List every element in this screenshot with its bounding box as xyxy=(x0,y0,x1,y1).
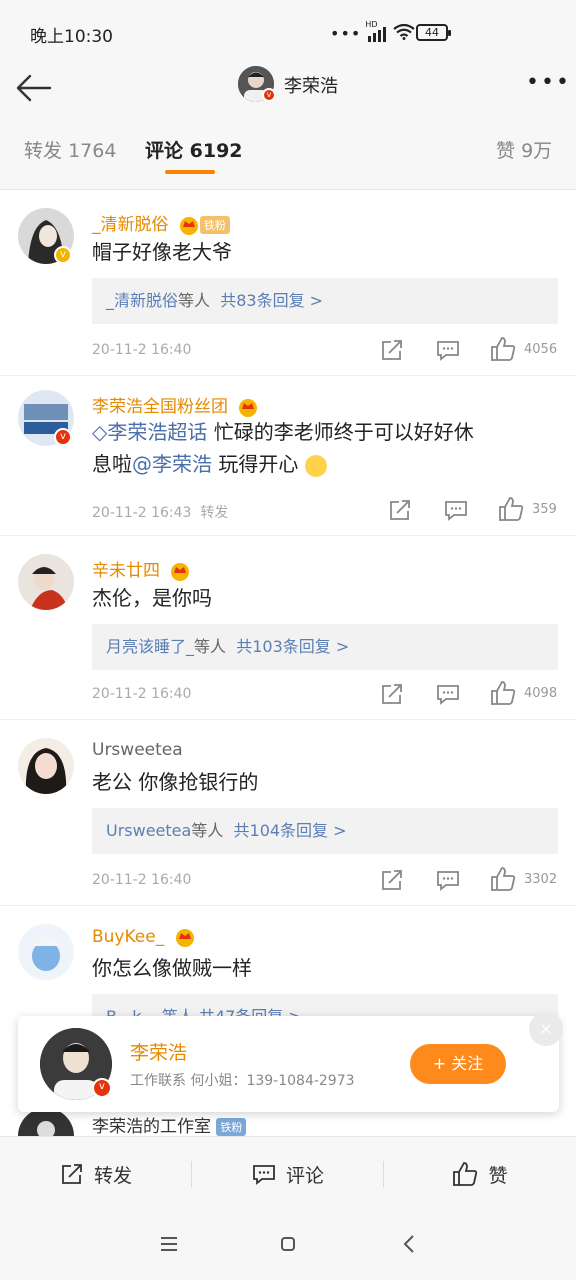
like-count: 4098 xyxy=(524,686,558,701)
comment-label: 评论 xyxy=(285,1164,324,1187)
avatar[interactable] xyxy=(18,554,74,610)
comment-item: 辛未廿四 杰伦，是你吗 月亮该睡了_等人 共103条回复 > 20-11-2 1… xyxy=(0,536,576,720)
verified-badge-icon: v xyxy=(54,246,72,264)
comment-icon[interactable] xyxy=(444,498,470,524)
comment-time: 20-11-2 16:43 转发 xyxy=(92,505,229,521)
repost-label: 转发 xyxy=(93,1164,132,1187)
follow-popup: v 李荣浩 工作联系 何小姐：139-1084-2973 + 关注 × xyxy=(18,1012,563,1112)
status-bar: 晚上10:30 ••• HD 44 xyxy=(0,0,576,60)
comment-text: 你怎么像做贼一样 xyxy=(92,956,252,980)
comment-time: 20-11-2 16:40 xyxy=(92,342,192,358)
comment-icon[interactable] xyxy=(436,338,462,364)
reply-summary[interactable]: _清新脱俗等人 共83条回复 > xyxy=(92,278,558,324)
fan-tag: 铁粉 xyxy=(199,216,230,234)
arrow-left-icon xyxy=(16,74,52,102)
like-button[interactable]: 赞 xyxy=(384,1137,576,1211)
share-icon[interactable] xyxy=(388,498,414,524)
tab-active-indicator xyxy=(165,170,215,174)
comment-text: ◇李荣浩超话 忙碌的李老师终于可以好好休 息啦@李荣浩 玩得开心 xyxy=(92,420,474,477)
crown-badge-icon xyxy=(178,214,200,236)
comment-username[interactable]: 辛未廿四 xyxy=(92,556,191,582)
share-icon[interactable] xyxy=(380,338,406,364)
like-count: 4056 xyxy=(524,342,558,357)
signal-icon: HD xyxy=(365,20,387,42)
like-icon[interactable] xyxy=(490,680,516,706)
battery-icon: 44 xyxy=(416,24,451,41)
emoji-icon xyxy=(304,454,327,477)
crown-badge-icon xyxy=(237,396,259,418)
fan-tag: 铁粉 xyxy=(216,1118,247,1136)
repost-button[interactable]: 转发 xyxy=(0,1137,192,1211)
system-nav-bar xyxy=(0,1210,576,1280)
diamond-icon: ◇ xyxy=(92,420,108,444)
comment-username[interactable]: 李荣浩的工作室 铁粉 xyxy=(92,1112,247,1137)
like-count: 3302 xyxy=(524,872,558,887)
share-icon[interactable] xyxy=(380,682,406,708)
crown-badge-icon xyxy=(169,560,191,582)
comment-username[interactable]: Ursweetea xyxy=(92,740,183,760)
reply-summary[interactable]: 月亮该睡了_等人 共103条回复 > xyxy=(92,624,558,670)
verified-badge-icon: v xyxy=(92,1078,112,1098)
close-icon[interactable]: × xyxy=(529,1012,563,1046)
comment-text: 帽子好像老大爷 xyxy=(92,240,232,264)
like-icon[interactable] xyxy=(490,336,516,362)
comment-item: v _清新脱俗 铁粉 帽子好像老大爷 _清新脱俗等人 共83条回复 > 20-1… xyxy=(0,190,576,376)
verified-badge-icon: v xyxy=(262,88,276,102)
top-nav: v 李荣浩 ••• xyxy=(0,60,576,116)
verified-badge-icon: v xyxy=(54,428,72,446)
supertopic-link[interactable]: ◇李荣浩超话 xyxy=(92,420,207,444)
comment-username[interactable]: 李荣浩全国粉丝团 xyxy=(92,392,259,418)
back-nav-icon[interactable] xyxy=(402,1234,416,1258)
popup-description: 工作联系 何小姐：139-1084-2973 xyxy=(130,1073,355,1089)
tab-comments[interactable]: 评论 6192 xyxy=(145,136,243,163)
popup-name[interactable]: 李荣浩 xyxy=(130,1038,187,1065)
comment-icon[interactable] xyxy=(436,868,462,894)
comment-button[interactable]: 评论 xyxy=(192,1137,384,1211)
wifi-icon xyxy=(393,23,415,43)
status-icons: ••• HD xyxy=(330,20,415,43)
comment-icon xyxy=(253,1165,275,1185)
avatar[interactable] xyxy=(18,924,74,980)
share-icon xyxy=(62,1164,82,1184)
comment-icon[interactable] xyxy=(436,682,462,708)
bottom-action-bar: 转发 评论 赞 xyxy=(0,1136,576,1210)
comment-text: 老公 你像抢银行的 xyxy=(92,770,259,794)
like-icon[interactable] xyxy=(498,496,524,522)
comment-username[interactable]: _清新脱俗 铁粉 xyxy=(92,210,230,236)
follow-button[interactable]: + 关注 xyxy=(410,1044,506,1084)
comment-time: 20-11-2 16:40 xyxy=(92,872,192,888)
comment-text: 杰伦，是你吗 xyxy=(92,586,212,610)
home-icon[interactable] xyxy=(280,1236,296,1256)
comment-username[interactable]: BuyKee_ xyxy=(92,926,196,948)
comment-item: Ursweetea 老公 你像抢银行的 Ursweetea等人 共104条回复 … xyxy=(0,720,576,906)
comment-item: v 李荣浩全国粉丝团 ◇李荣浩超话 忙碌的李老师终于可以好好休 息啦@李荣浩 玩… xyxy=(0,376,576,536)
dots-icon: ••• xyxy=(330,24,362,43)
reply-summary[interactable]: Ursweetea等人 共104条回复 > xyxy=(92,808,558,854)
like-count: 359 xyxy=(532,502,557,517)
crown-badge-icon xyxy=(174,926,196,948)
status-time: 晚上10:30 xyxy=(30,27,113,47)
share-icon[interactable] xyxy=(380,868,406,894)
more-options-icon[interactable]: ••• xyxy=(526,72,569,94)
comment-time: 20-11-2 16:40 xyxy=(92,686,192,702)
tab-repost[interactable]: 转发 1764 xyxy=(24,136,116,163)
like-label: 赞 xyxy=(488,1164,508,1187)
back-button[interactable] xyxy=(14,68,54,108)
avatar[interactable] xyxy=(18,738,74,794)
menu-icon[interactable] xyxy=(160,1236,178,1256)
mention-link[interactable]: @李荣浩 xyxy=(132,452,212,476)
header-title: 李荣浩 xyxy=(284,76,338,97)
like-icon[interactable] xyxy=(490,866,516,892)
hd-label: HD xyxy=(365,19,378,29)
like-icon xyxy=(453,1162,478,1186)
tab-bar: 转发 1764 评论 6192 赞 9万 xyxy=(0,116,576,190)
tab-likes[interactable]: 赞 9万 xyxy=(496,136,552,163)
